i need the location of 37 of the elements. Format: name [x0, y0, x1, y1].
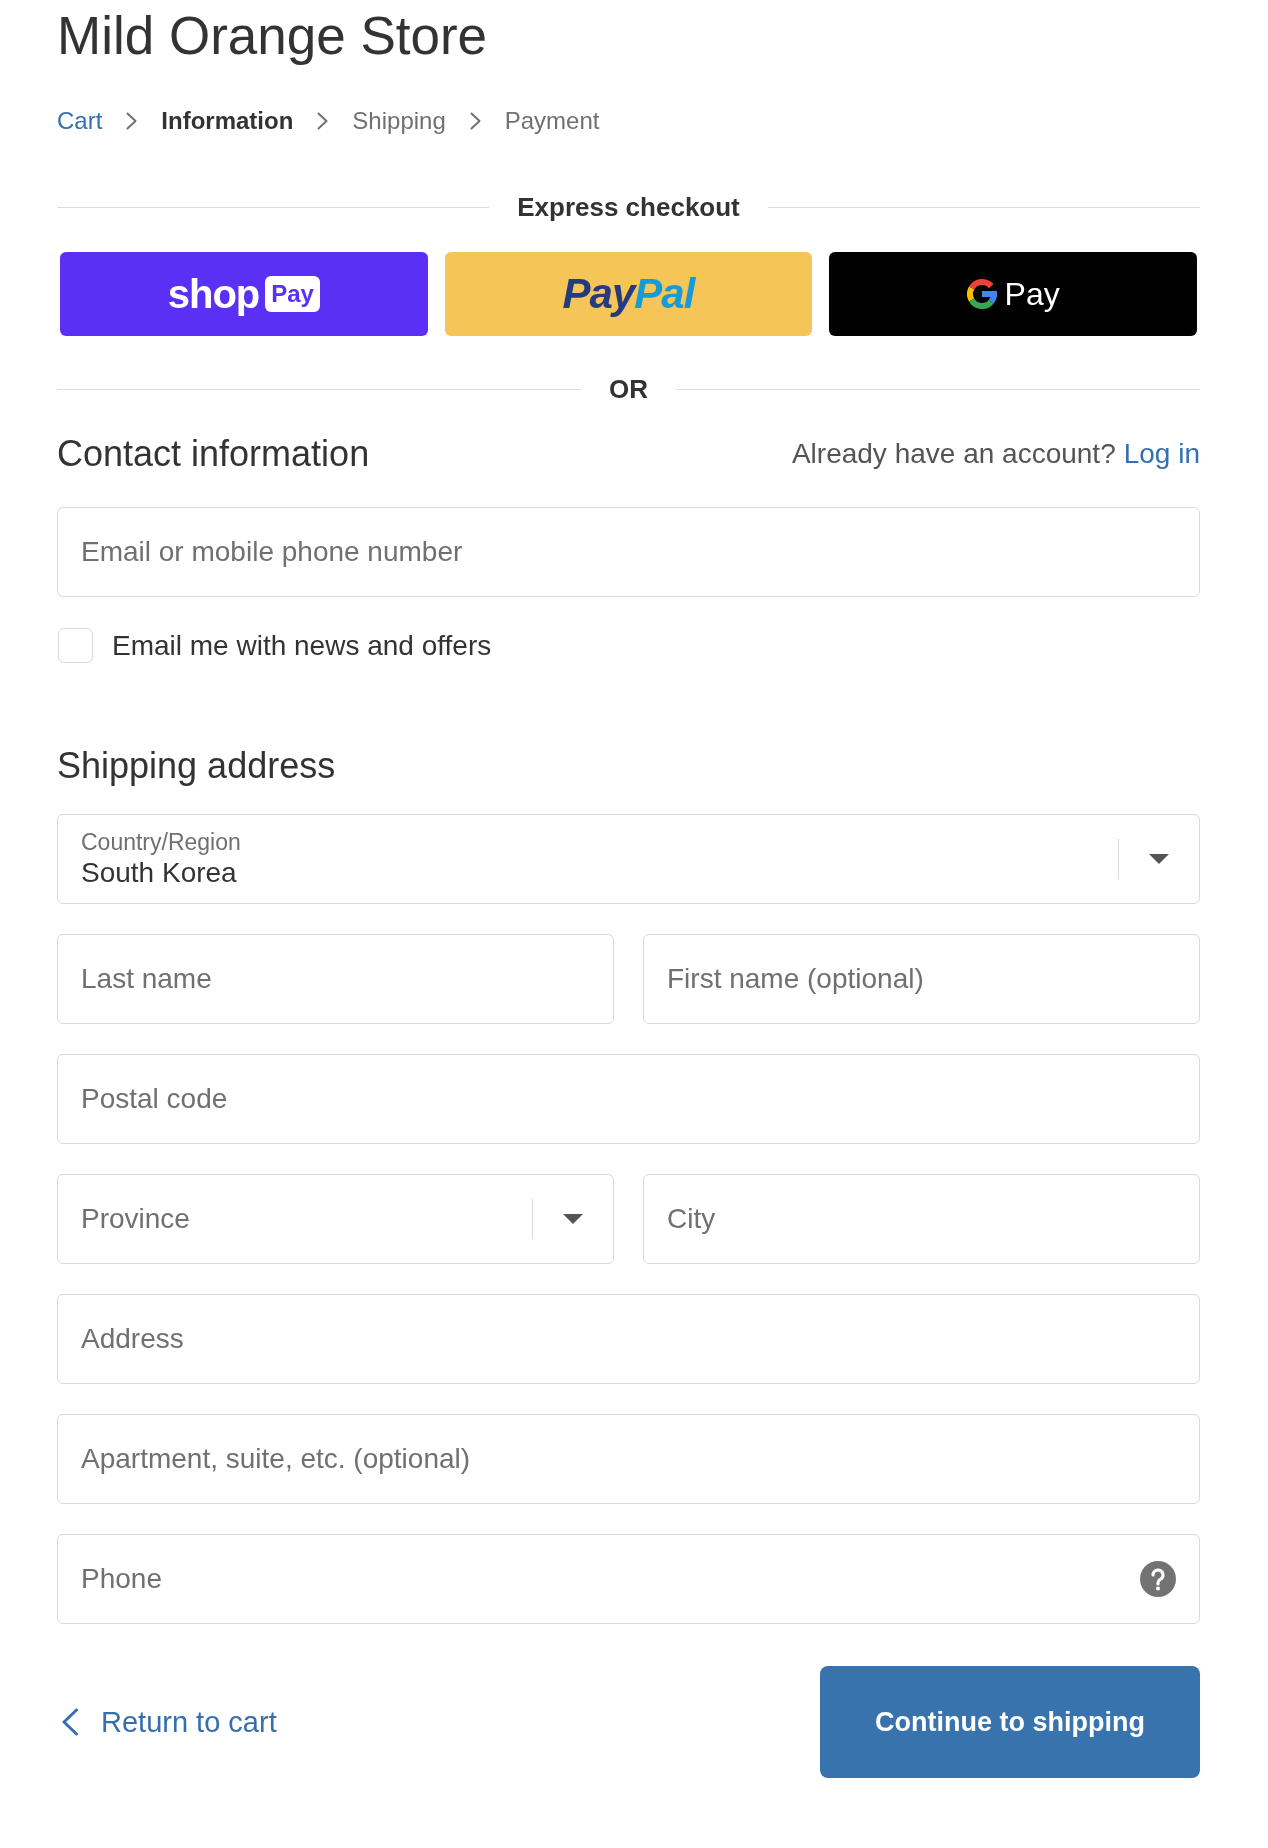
chevron-left-icon	[61, 1708, 79, 1736]
chevron-right-icon	[126, 112, 138, 130]
text-field[interactable]: Phone	[57, 1534, 1200, 1624]
checkbox-label: Email me with news and offers	[112, 628, 492, 663]
help-icon[interactable]	[1140, 1561, 1176, 1597]
text-field[interactable]: Address	[57, 1294, 1200, 1384]
section-title: Express checkout	[517, 191, 740, 223]
breadcrumb-step: Shipping	[352, 106, 446, 136]
payment-button[interactable]: Pay	[829, 252, 1197, 336]
chevron-right-icon	[317, 112, 329, 130]
payment-button[interactable]: PayPal	[444, 252, 813, 336]
caret-down-icon	[1149, 854, 1169, 864]
g-logo-icon	[966, 279, 997, 309]
divider-label: OR	[609, 373, 648, 405]
text-field[interactable]: Postal code	[57, 1054, 1200, 1144]
text-field[interactable]: Last name	[57, 934, 614, 1024]
continue-button[interactable]: Continue to shipping	[820, 1666, 1200, 1778]
text-field[interactable]: Apartment, suite, etc. (optional)	[57, 1414, 1200, 1504]
text-field[interactable]: Email or mobile phone number	[57, 507, 1200, 597]
caret-down-icon	[563, 1214, 583, 1224]
logo-badge: Pay	[265, 276, 320, 312]
dropdown-select[interactable]: Country/Region South Korea	[57, 814, 1200, 904]
chevron-right-icon	[469, 112, 481, 130]
payment-button[interactable]: shop Pay	[60, 252, 428, 336]
account-prompt: Already have an account?	[791, 437, 1116, 471]
dropdown-select[interactable]: Province	[57, 1174, 614, 1264]
login-link[interactable]: Log in	[1123, 437, 1200, 471]
text-field[interactable]: First name (optional)	[643, 934, 1200, 1024]
breadcrumb-step: Information	[161, 106, 294, 136]
section-heading: Shipping address	[57, 745, 336, 787]
breadcrumb-step: Payment	[504, 106, 600, 136]
breadcrumb-link[interactable]: Cart	[57, 106, 103, 136]
text-field[interactable]: City	[643, 1174, 1200, 1264]
store-title: Mild Orange Store	[57, 6, 488, 66]
checkbox[interactable]	[58, 628, 93, 663]
section-heading: Contact information	[57, 433, 370, 475]
return-link[interactable]: Return to cart	[57, 1705, 277, 1739]
